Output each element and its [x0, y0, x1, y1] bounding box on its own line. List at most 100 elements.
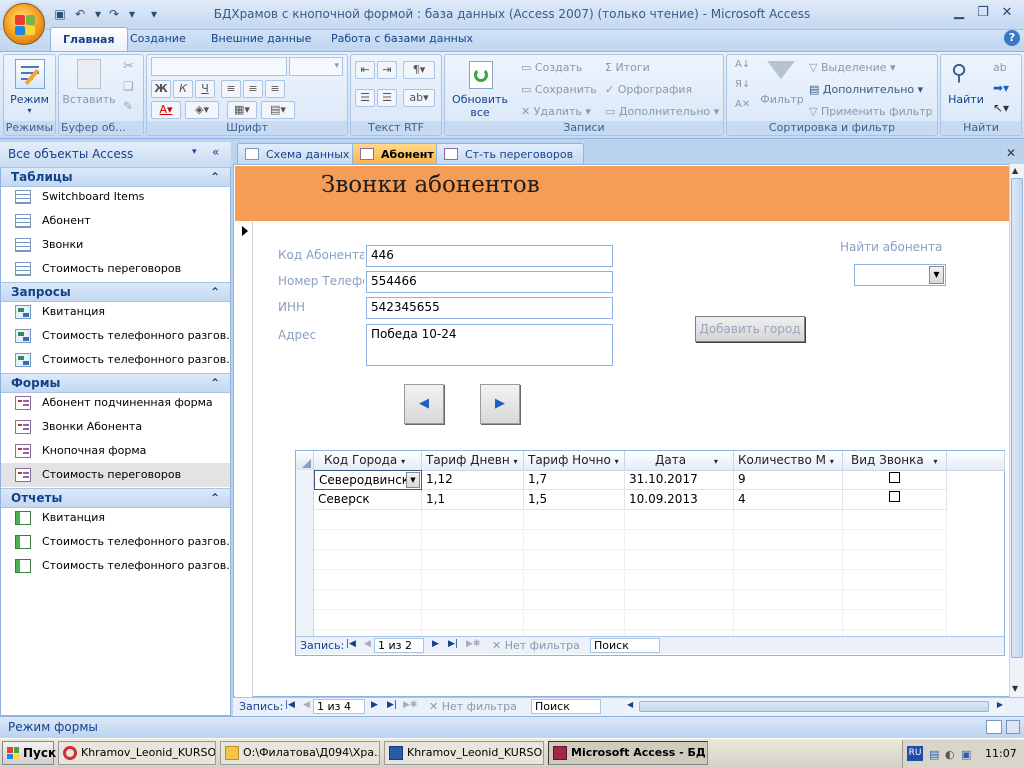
- nav-item-cost-query-1[interactable]: Стоимость телефонного разгов...: [1, 324, 230, 348]
- view-button[interactable]: Режим: [4, 93, 55, 106]
- last-record-icon[interactable]: ▶|: [387, 700, 397, 710]
- nav-menu-dropdown-icon[interactable]: ▾: [192, 147, 197, 157]
- cell-minutes-1[interactable]: 9: [734, 470, 843, 490]
- nav-item-cost-report-1[interactable]: Стоимость телефонного разгов...: [1, 530, 230, 554]
- layout-view-icon[interactable]: [1006, 720, 1020, 734]
- selection-button[interactable]: ▽ Выделение ▾: [809, 61, 896, 74]
- cell-date-2[interactable]: 10.09.2013: [625, 490, 734, 510]
- gridlines-icon[interactable]: ▦▾: [227, 101, 257, 119]
- align-center-icon[interactable]: ≡: [243, 80, 263, 98]
- cut-icon[interactable]: ✂: [123, 59, 134, 74]
- add-city-button[interactable]: Добавить город: [695, 316, 805, 342]
- decrease-indent-icon[interactable]: ⇤: [355, 61, 375, 79]
- increase-indent-icon[interactable]: ⇥: [377, 61, 397, 79]
- restore-icon[interactable]: ❐: [972, 4, 994, 22]
- goto-icon[interactable]: ➡▾: [993, 81, 1009, 95]
- h-scroll-thumb[interactable]: [639, 701, 989, 712]
- replace-icon[interactable]: ab: [993, 61, 1007, 74]
- bullets-icon[interactable]: ☰: [377, 89, 397, 107]
- delete-record-button[interactable]: ✕ Удалить ▾: [521, 105, 591, 118]
- subform-search-field[interactable]: Поиск: [590, 638, 660, 653]
- find-button[interactable]: Найти: [943, 93, 989, 106]
- collapse-icon[interactable]: ⌃: [210, 168, 220, 186]
- abonent-code-field[interactable]: 446: [366, 245, 613, 267]
- cell-night-tariff-1[interactable]: 1,7: [524, 470, 625, 490]
- taskbar-item-folder[interactable]: О:\Филатова\Д094\Хра...: [220, 741, 380, 765]
- sort-descending-icon[interactable]: Я↓: [735, 79, 750, 90]
- select-icon[interactable]: ↖▾: [993, 101, 1009, 115]
- font-color-icon[interactable]: A▾: [151, 101, 181, 119]
- col-header-call-type[interactable]: Вид Звонка ▾: [843, 451, 947, 471]
- paste-button[interactable]: Вставить: [59, 93, 119, 106]
- prev-record-icon[interactable]: ◀: [303, 700, 310, 710]
- taskbar-item-opera[interactable]: Khramov_Leonid_KURSO...: [58, 741, 216, 765]
- nav-item-receipt-query[interactable]: Квитанция: [1, 300, 230, 324]
- col-header-day-tariff[interactable]: Тариф Дневн ▾: [422, 451, 524, 471]
- numbering-icon[interactable]: ☰: [355, 89, 375, 107]
- minimize-icon[interactable]: ▁: [948, 4, 970, 22]
- font-family-select[interactable]: [151, 57, 287, 76]
- bold-icon[interactable]: Ж: [151, 80, 171, 98]
- taskbar-item-word[interactable]: Khramov_Leonid_KURSO...: [384, 741, 544, 765]
- select-all-icon[interactable]: [296, 451, 314, 470]
- sort-dropdown-icon[interactable]: ▾: [934, 457, 938, 466]
- col-header-minutes[interactable]: Количество М ▾: [734, 451, 843, 471]
- cell-call-type-2[interactable]: [843, 490, 947, 510]
- new-record-area[interactable]: [314, 510, 947, 636]
- nav-item-abonent-table[interactable]: Абонент: [1, 209, 230, 233]
- cell-night-tariff-2[interactable]: 1,5: [524, 490, 625, 510]
- rtl-icon[interactable]: ¶▾: [403, 61, 435, 79]
- start-button[interactable]: Пуск: [2, 741, 56, 765]
- nav-item-abonent-subform[interactable]: Абонент подчиненная форма: [1, 391, 230, 415]
- scroll-left-icon[interactable]: ◀: [627, 700, 633, 709]
- collapse-icon[interactable]: ⌃: [210, 374, 220, 392]
- save-record-button[interactable]: ▭ Сохранить: [521, 83, 597, 96]
- copy-icon[interactable]: ❏: [123, 79, 134, 93]
- new-record-icon[interactable]: ▶✱: [403, 700, 417, 710]
- cell-day-tariff-1[interactable]: 1,12: [422, 470, 524, 490]
- nav-item-switchboard-items[interactable]: Switchboard Items: [1, 185, 230, 209]
- fill-color-icon[interactable]: ◈▾: [185, 101, 219, 119]
- address-field[interactable]: Победа 10-24: [366, 324, 613, 366]
- align-right-icon[interactable]: ≡: [265, 80, 285, 98]
- call-type-checkbox[interactable]: [889, 491, 900, 502]
- sort-dropdown-icon[interactable]: ▾: [714, 457, 718, 466]
- tab-database-tools[interactable]: Работа с базами данных: [319, 27, 485, 51]
- scroll-right-icon[interactable]: ▶: [997, 700, 1003, 709]
- sort-dropdown-icon[interactable]: ▾: [514, 457, 518, 466]
- subform-no-filter[interactable]: ✕ Нет фильтра: [492, 639, 580, 652]
- apply-filter-button[interactable]: ▽ Применить фильтр: [809, 105, 933, 118]
- phone-field[interactable]: 554466: [366, 271, 613, 293]
- sort-dropdown-icon[interactable]: ▾: [615, 457, 619, 466]
- next-record-icon[interactable]: ▶: [432, 639, 439, 649]
- main-no-filter[interactable]: ✕ Нет фильтра: [429, 700, 517, 713]
- nav-header[interactable]: Все объекты Access ▾ «: [0, 142, 231, 168]
- refresh-button[interactable]: Обновить: [445, 93, 515, 106]
- taskbar-item-access[interactable]: Microsoft Access - БД...: [548, 741, 708, 765]
- clear-sort-icon[interactable]: A✕: [735, 99, 750, 110]
- nav-section-tables[interactable]: Таблицы ⌃: [1, 167, 230, 187]
- font-size-select[interactable]: ▾: [289, 57, 343, 76]
- col-header-date[interactable]: Дата ▾: [625, 451, 734, 471]
- more-records-button[interactable]: ▭ Дополнительно ▾: [605, 105, 719, 118]
- nav-section-queries[interactable]: Запросы ⌃: [1, 282, 230, 302]
- cell-city-code-1[interactable]: Северодвинск ▼: [314, 470, 422, 490]
- next-record-icon[interactable]: ▶: [371, 700, 378, 710]
- office-button[interactable]: [3, 3, 45, 45]
- tray-app-icon[interactable]: ▣: [961, 748, 971, 761]
- nav-item-calls-form[interactable]: Звонки Абонента: [1, 415, 230, 439]
- shutter-bar-close-icon[interactable]: «: [212, 145, 219, 159]
- find-abonent-combo[interactable]: ▼: [854, 264, 946, 286]
- language-indicator[interactable]: RU: [907, 746, 923, 761]
- row-selector-column[interactable]: [296, 470, 314, 636]
- network-icon[interactable]: ▤: [929, 748, 939, 761]
- call-type-checkbox[interactable]: [889, 472, 900, 483]
- help-icon[interactable]: ?: [1004, 30, 1020, 46]
- tab-create[interactable]: Создание: [118, 27, 198, 51]
- tab-home[interactable]: Главная: [50, 27, 128, 51]
- last-record-icon[interactable]: ▶|: [448, 639, 458, 649]
- sort-dropdown-icon[interactable]: ▾: [830, 457, 834, 466]
- collapse-icon[interactable]: ⌃: [210, 489, 220, 507]
- nav-item-calls-table[interactable]: Звонки: [1, 233, 230, 257]
- format-painter-icon[interactable]: ✎: [123, 99, 133, 113]
